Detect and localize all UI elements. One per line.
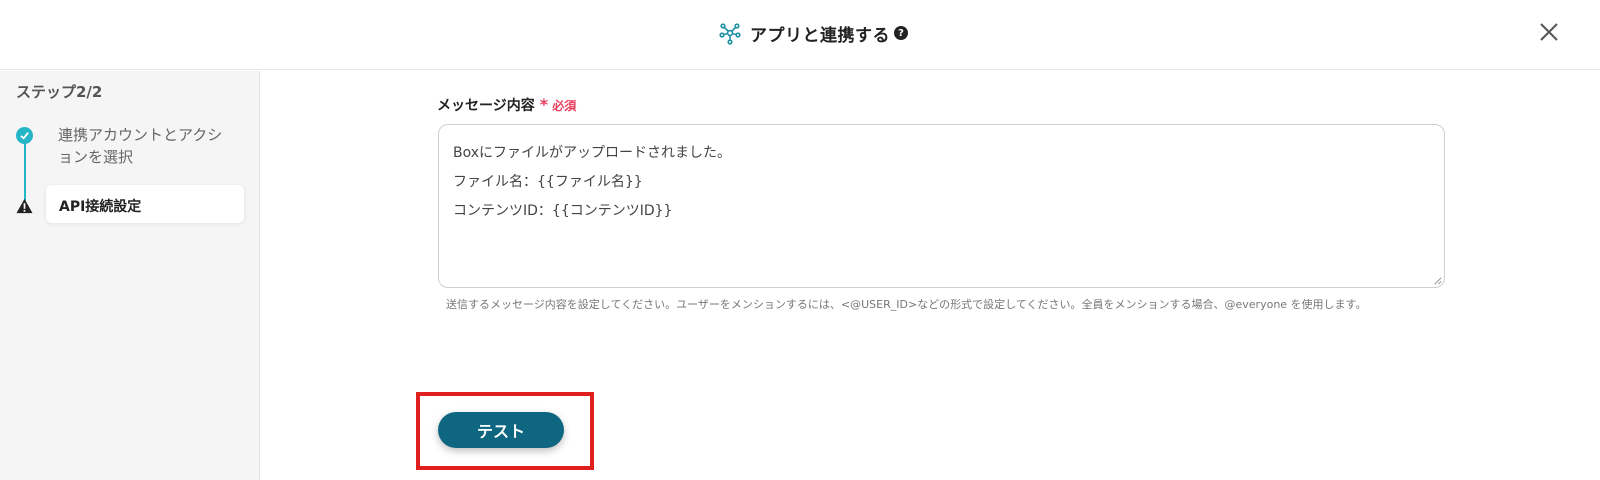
page-title: アプリと連携する — [750, 25, 890, 46]
message-line: コンテンツID：{{コンテンツID}} — [453, 203, 673, 219]
sidebar-item-api-settings[interactable]: API接続設定 — [46, 185, 244, 223]
check-icon — [16, 127, 33, 144]
message-line: Boxにファイルがアップロードされました。 — [453, 145, 732, 161]
message-help-text: 送信するメッセージ内容を設定してください。ユーザーをメンションするには、<@US… — [446, 298, 1367, 311]
network-icon — [719, 23, 741, 45]
message-textarea[interactable]: Boxにファイルがアップロードされました。 ファイル名：{{ファイル名}} コン… — [438, 124, 1445, 288]
close-icon — [1540, 23, 1558, 41]
message-line: ファイル名：{{ファイル名}} — [453, 174, 643, 190]
sidebar-item-select-account-action[interactable]: 連携アカウントとアクションを選択 — [58, 124, 228, 168]
close-button[interactable] — [1537, 20, 1561, 44]
required-text: 必須 — [552, 99, 577, 113]
test-button[interactable]: テスト — [438, 412, 564, 448]
step-counter: ステップ2/2 — [16, 83, 103, 101]
message-field-label: メッセージ内容 — [437, 98, 535, 114]
warning-icon — [16, 198, 33, 214]
message-field-label-row: メッセージ内容 * 必須 — [437, 95, 576, 115]
required-star: * — [539, 95, 549, 114]
resize-handle-icon[interactable] — [1433, 276, 1442, 285]
help-icon[interactable]: ? — [894, 26, 908, 40]
required-badge: * 必須 — [540, 95, 577, 114]
step-sidebar: ステップ2/2 連携アカウントとアクションを選択 API接続設定 — [0, 71, 260, 480]
step-connector-line — [24, 137, 26, 201]
modal-header: アプリと連携する ? — [0, 0, 1600, 70]
header-title-group: アプリと連携する ? — [718, 20, 908, 46]
